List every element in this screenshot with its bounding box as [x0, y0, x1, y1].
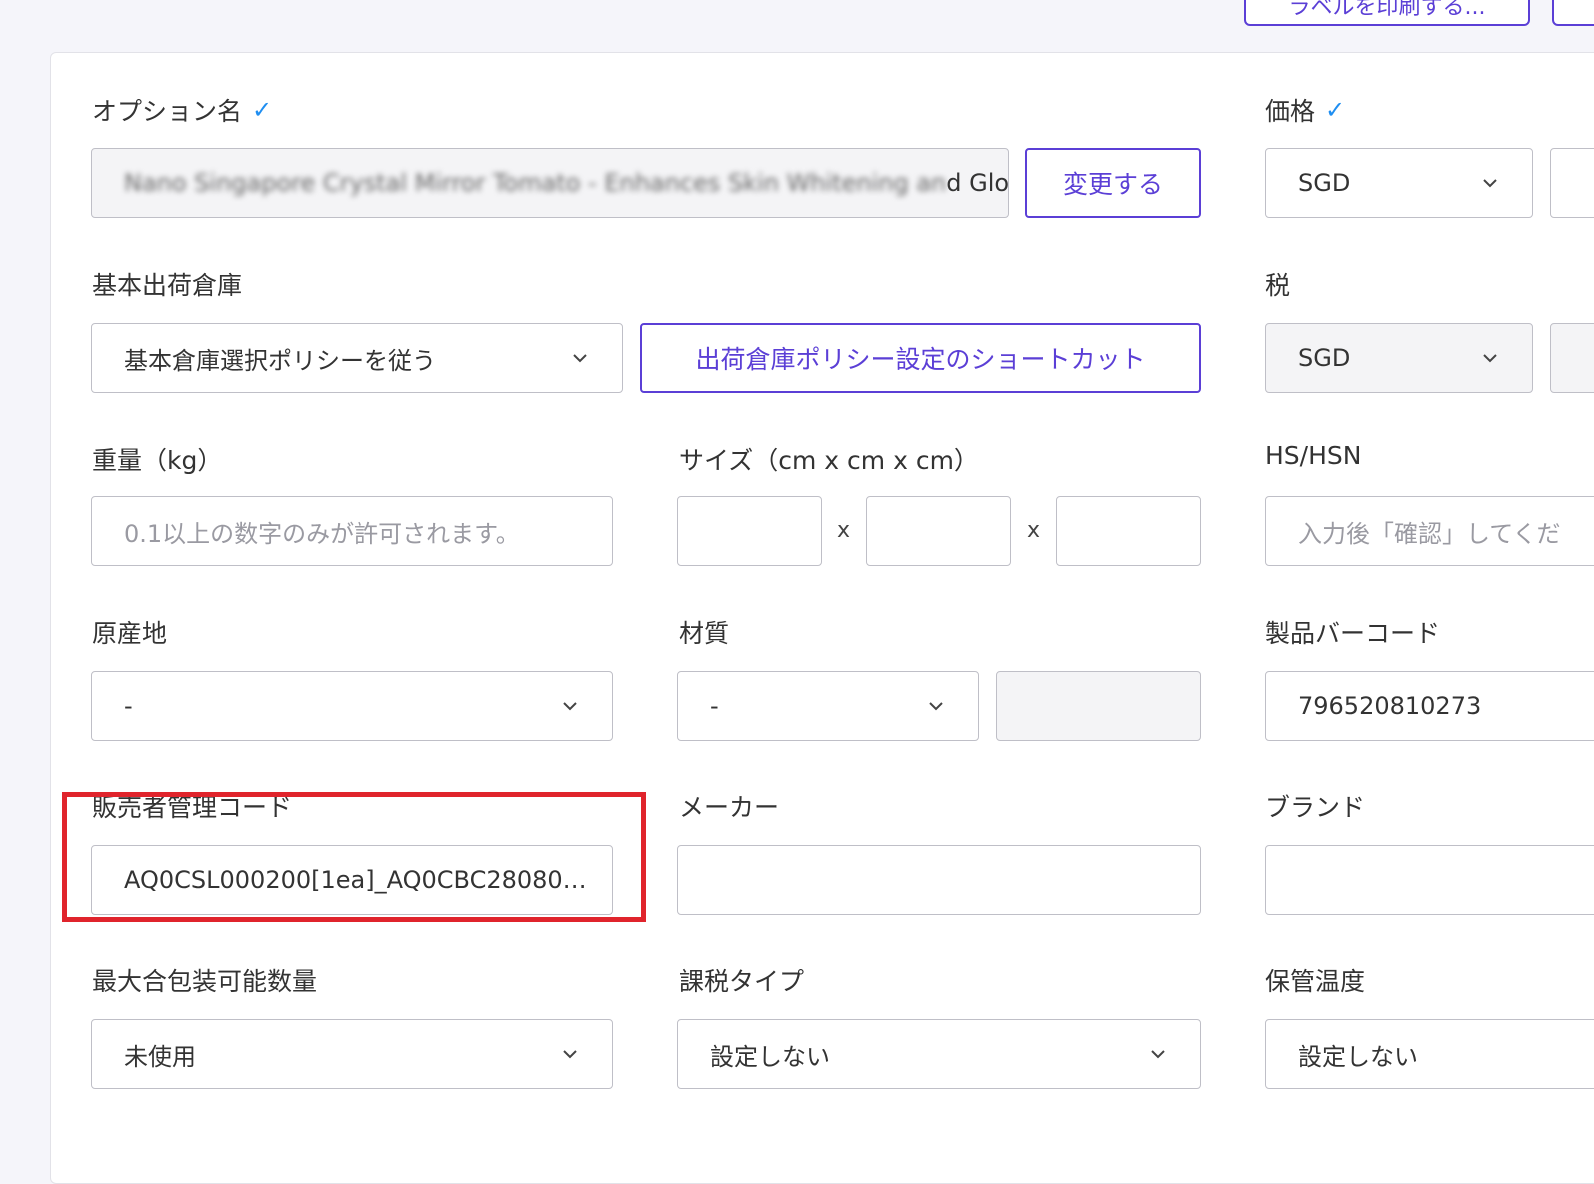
- chevron-down-icon: [1151, 1050, 1165, 1059]
- warehouse-select[interactable]: 基本倉庫選択ポリシーを従う: [91, 323, 623, 393]
- size-separator: x: [837, 518, 851, 543]
- material-detail-input: [996, 671, 1201, 741]
- option-name-field[interactable]: Nano Singapore Crystal Mirror Tomato - E…: [91, 148, 1009, 218]
- maker-input[interactable]: [677, 845, 1201, 915]
- chevron-down-icon: [563, 702, 577, 711]
- size-separator: x: [1027, 518, 1041, 543]
- seller-code-input[interactable]: AQ0CSL000200[1ea]_AQ0CBC280800[...: [91, 845, 613, 915]
- option-name-label: オプション名 ✓: [92, 96, 273, 126]
- brand-input[interactable]: [1265, 845, 1594, 915]
- max-pack-select[interactable]: 未使用: [91, 1019, 613, 1089]
- size-label: サイズ（cm x cm x cm）: [679, 446, 979, 475]
- brand-label: ブランド: [1265, 793, 1366, 822]
- hs-label: HS/HSN: [1265, 441, 1362, 470]
- option-name-value-blurred: Nano Singapore Crystal Mirror Tomato - E…: [124, 169, 947, 197]
- maker-label: メーカー: [679, 793, 780, 822]
- tax-type-label: 課税タイプ: [679, 967, 805, 996]
- change-option-button[interactable]: 変更する: [1025, 148, 1201, 218]
- chevron-down-icon: [563, 1050, 577, 1059]
- print-label-button[interactable]: ラベルを印刷する...: [1244, 0, 1530, 26]
- chevron-down-icon: [573, 354, 587, 363]
- max-pack-label: 最大合包装可能数量: [92, 967, 318, 996]
- size-height-input[interactable]: [1056, 496, 1201, 566]
- tax-amount-input[interactable]: [1550, 323, 1594, 393]
- tax-currency-select[interactable]: SGD: [1265, 323, 1533, 393]
- warehouse-policy-shortcut-button[interactable]: 出荷倉庫ポリシー設定のショートカット: [640, 323, 1201, 393]
- check-icon: ✓: [1325, 96, 1346, 124]
- weight-label: 重量（kg）: [92, 446, 223, 475]
- chevron-down-icon: [929, 702, 943, 711]
- size-length-input[interactable]: [677, 496, 822, 566]
- material-label: 材質: [679, 619, 730, 648]
- storage-temp-select[interactable]: 設定しない: [1265, 1019, 1594, 1089]
- option-name-value: d Glo...: [946, 169, 1009, 197]
- tax-label: 税: [1265, 271, 1291, 300]
- hs-input[interactable]: 入力後「確認」してくだ: [1265, 496, 1594, 566]
- barcode-label: 製品バーコード: [1265, 619, 1441, 648]
- seller-code-label: 販売者管理コード: [92, 793, 293, 822]
- origin-label: 原産地: [92, 619, 168, 648]
- barcode-input[interactable]: 796520810273: [1265, 671, 1594, 741]
- price-label: 価格 ✓: [1265, 96, 1346, 126]
- price-amount-input[interactable]: [1550, 148, 1594, 218]
- origin-select[interactable]: -: [91, 671, 613, 741]
- price-currency-select[interactable]: SGD: [1265, 148, 1533, 218]
- chevron-down-icon: [1483, 179, 1497, 188]
- tax-type-select[interactable]: 設定しない: [677, 1019, 1201, 1089]
- weight-input[interactable]: 0.1以上の数字のみが許可されます。: [91, 496, 613, 566]
- material-select[interactable]: -: [677, 671, 979, 741]
- warehouse-label: 基本出荷倉庫: [92, 271, 243, 300]
- check-icon: ✓: [252, 96, 273, 124]
- size-width-input[interactable]: [866, 496, 1011, 566]
- top-secondary-button[interactable]: [1552, 0, 1594, 26]
- chevron-down-icon: [1483, 354, 1497, 363]
- storage-temp-label: 保管温度: [1265, 967, 1366, 996]
